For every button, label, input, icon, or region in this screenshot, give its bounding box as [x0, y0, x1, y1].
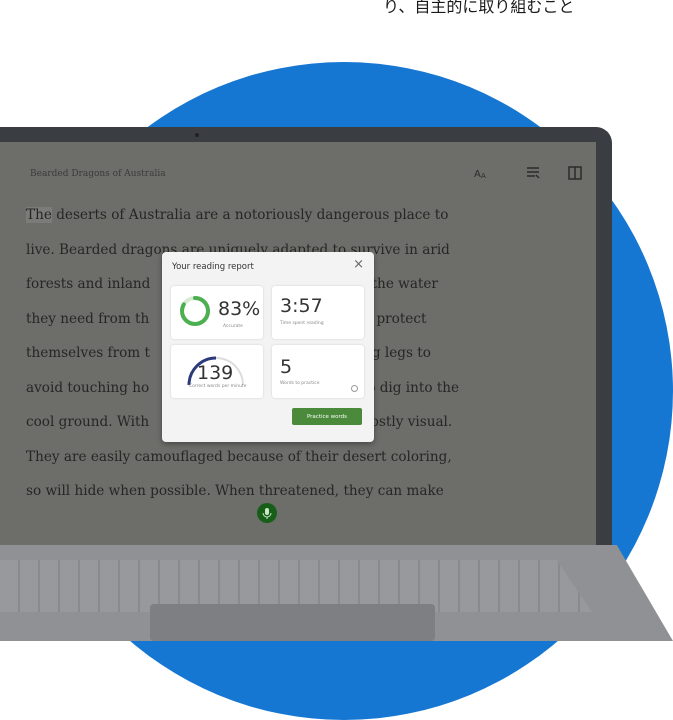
microphone-button[interactable]: [257, 503, 277, 523]
laptop-screen: Bearded Dragons of Australia AA The dese…: [0, 142, 596, 545]
microphone-icon: [262, 508, 272, 519]
time-card: 3:57 Time spent reading: [272, 286, 364, 339]
svg-text:A: A: [474, 169, 481, 180]
passage-line: so will hide when possible. When threate…: [26, 483, 444, 499]
text-options-icon[interactable]: AA: [472, 164, 490, 182]
book-icon[interactable]: [566, 164, 584, 182]
words-value: 5: [280, 356, 293, 378]
reading-report-dialog: Your reading report × 83% Accurate 3:57 …: [162, 252, 374, 442]
caption-text: り、自主的に取り組むこと: [383, 0, 575, 16]
time-value: 3:57: [280, 295, 323, 317]
passage-line: They are easily camouflaged because of t…: [26, 448, 452, 465]
reading-preferences-icon[interactable]: [524, 164, 542, 182]
info-icon[interactable]: [351, 385, 358, 392]
svg-text:A: A: [481, 172, 486, 180]
words-label: Words to practice: [280, 381, 320, 386]
accuracy-label: Accurate: [223, 324, 243, 329]
words-card: 5 Words to practice: [272, 345, 364, 398]
report-title: Your reading report: [172, 262, 254, 272]
highlighted-word: The: [26, 207, 52, 223]
practice-words-button[interactable]: Practice words: [292, 408, 362, 425]
accuracy-card: 83% Accurate: [171, 286, 263, 339]
passage-line: The deserts of Australia are a notorious…: [26, 207, 449, 223]
camera-dot: [195, 133, 199, 137]
time-label: Time spent reading: [280, 321, 324, 326]
wpm-label: Correct words per minute: [189, 384, 247, 389]
accuracy-ring-icon: [180, 296, 210, 326]
accuracy-value: 83%: [218, 298, 261, 320]
wpm-card: 139 Correct words per minute: [171, 345, 263, 398]
close-icon[interactable]: ×: [353, 257, 364, 272]
wpm-value: 139: [197, 362, 234, 384]
book-title: Bearded Dragons of Australia: [30, 169, 166, 179]
laptop-trackpad: [150, 604, 435, 641]
